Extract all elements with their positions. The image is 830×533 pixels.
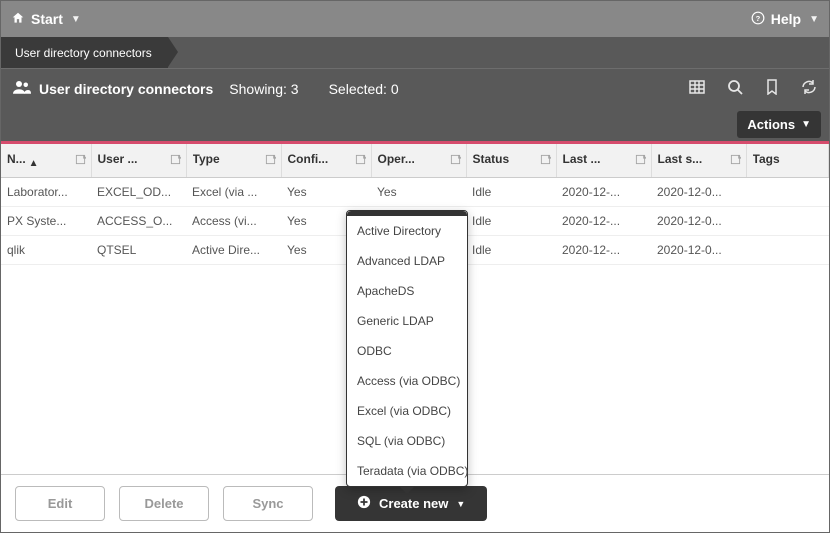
toolbar: User directory connectors Showing: 3 Sel…: [1, 68, 829, 108]
table-row[interactable]: Laborator...EXCEL_OD...Excel (via ...Yes…: [1, 178, 829, 207]
toolbar-right-icons: [689, 79, 817, 98]
cell-user: QTSEL: [91, 236, 186, 265]
col-tags[interactable]: Tags: [746, 144, 829, 178]
help-icon: ?: [751, 11, 765, 28]
dropdown-item[interactable]: ODBC: [347, 336, 467, 366]
cell-type: Excel (via ...: [186, 178, 281, 207]
actions-button[interactable]: Actions ▼: [737, 111, 821, 138]
col-name[interactable]: N...▲: [1, 144, 91, 178]
filter-icon[interactable]: [75, 154, 86, 168]
bookmark-icon[interactable]: [765, 79, 779, 98]
showing-stat: Showing: 3: [229, 81, 298, 97]
dropdown-item[interactable]: Excel (via ODBC): [347, 396, 467, 426]
dropdown-item[interactable]: Teradata (via ODBC): [347, 456, 467, 486]
cell-tags: [746, 207, 829, 236]
col-configured[interactable]: Confi...: [281, 144, 371, 178]
cell-lasts: 2020-12-0...: [651, 207, 746, 236]
col-status[interactable]: Status: [466, 144, 556, 178]
col-last-s[interactable]: Last s...: [651, 144, 746, 178]
cell-name: PX Syste...: [1, 207, 91, 236]
cell-tags: [746, 236, 829, 265]
dropdown-item[interactable]: Generic LDAP: [347, 306, 467, 336]
filter-icon[interactable]: [635, 154, 646, 168]
cell-status: Idle: [466, 207, 556, 236]
create-new-dropdown: Active DirectoryAdvanced LDAPApacheDSGen…: [346, 210, 468, 487]
caret-down-icon: ▼: [809, 14, 819, 25]
breadcrumb-row: User directory connectors: [1, 37, 829, 68]
help-button[interactable]: ? Help ▼: [751, 11, 819, 28]
cell-tags: [746, 178, 829, 207]
plus-icon: [357, 495, 371, 512]
col-user[interactable]: User ...: [91, 144, 186, 178]
home-icon: [11, 11, 25, 28]
breadcrumb-label: User directory connectors: [15, 46, 152, 60]
start-label: Start: [31, 11, 63, 27]
svg-text:?: ?: [755, 13, 760, 22]
cell-user: EXCEL_OD...: [91, 178, 186, 207]
col-operational[interactable]: Oper...: [371, 144, 466, 178]
cell-type: Access (vi...: [186, 207, 281, 236]
dropdown-arrow-icon: [399, 486, 415, 494]
cell-conf: Yes: [281, 178, 371, 207]
col-type[interactable]: Type: [186, 144, 281, 178]
users-icon: [13, 80, 31, 98]
dropdown-item[interactable]: Access (via ODBC): [347, 366, 467, 396]
col-last[interactable]: Last ...: [556, 144, 651, 178]
start-button[interactable]: Start ▼: [11, 11, 81, 28]
cell-type: Active Dire...: [186, 236, 281, 265]
cell-last: 2020-12-...: [556, 236, 651, 265]
delete-button[interactable]: Delete: [119, 486, 209, 521]
caret-down-icon: ▼: [801, 119, 811, 130]
cell-last: 2020-12-...: [556, 178, 651, 207]
edit-button[interactable]: Edit: [15, 486, 105, 521]
toolbar-title-group: User directory connectors: [13, 80, 213, 98]
cell-lasts: 2020-12-0...: [651, 236, 746, 265]
dropdown-item[interactable]: ApacheDS: [347, 276, 467, 306]
cell-status: Idle: [466, 236, 556, 265]
cell-lasts: 2020-12-0...: [651, 178, 746, 207]
filter-icon[interactable]: [265, 154, 276, 168]
sync-button[interactable]: Sync: [223, 486, 313, 521]
sort-asc-icon: ▲: [29, 158, 39, 169]
caret-down-icon: ▼: [456, 499, 465, 509]
dropdown-item[interactable]: SQL (via ODBC): [347, 426, 467, 456]
refresh-icon[interactable]: [801, 79, 817, 98]
filter-icon[interactable]: [170, 154, 181, 168]
topbar: Start ▼ ? Help ▼: [1, 1, 829, 37]
create-new-label: Create new: [379, 496, 448, 511]
filter-icon[interactable]: [730, 154, 741, 168]
caret-down-icon: ▼: [71, 14, 81, 25]
cell-last: 2020-12-...: [556, 207, 651, 236]
cell-name: Laborator...: [1, 178, 91, 207]
cell-user: ACCESS_O...: [91, 207, 186, 236]
filter-icon[interactable]: [450, 154, 461, 168]
selected-stat: Selected: 0: [329, 81, 399, 97]
breadcrumb[interactable]: User directory connectors: [1, 37, 168, 68]
actions-label: Actions: [747, 117, 795, 132]
cell-oper: Yes: [371, 178, 466, 207]
columns-icon[interactable]: [689, 79, 705, 98]
help-label: Help: [771, 11, 801, 27]
cell-status: Idle: [466, 178, 556, 207]
dropdown-item[interactable]: Active Directory: [347, 216, 467, 246]
actions-row: Actions ▼: [1, 108, 829, 144]
search-icon[interactable]: [727, 79, 743, 98]
dropdown-item[interactable]: Advanced LDAP: [347, 246, 467, 276]
toolbar-title: User directory connectors: [39, 81, 213, 97]
cell-name: qlik: [1, 236, 91, 265]
filter-icon[interactable]: [540, 154, 551, 168]
filter-icon[interactable]: [355, 154, 366, 168]
